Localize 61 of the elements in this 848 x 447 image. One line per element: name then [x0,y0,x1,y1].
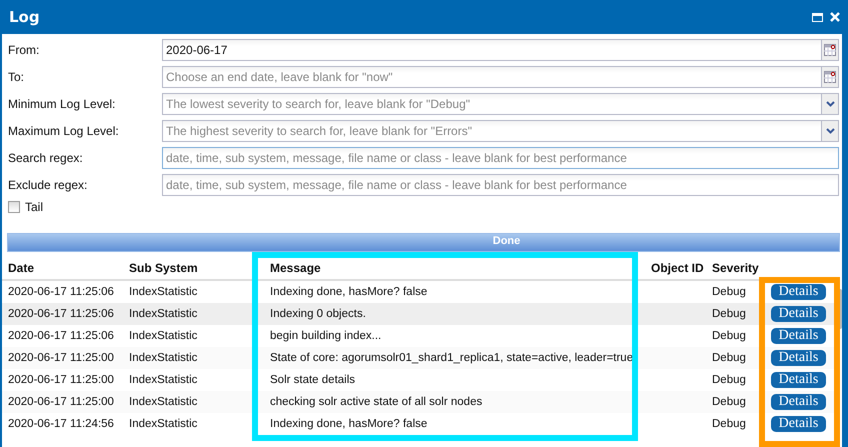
severity-cell: Debug [712,374,746,386]
field-label: Maximum Log Level: [8,124,120,138]
details-button[interactable]: Details [771,350,826,366]
date-field[interactable]: Choose an end date, leave blank for "now" [162,66,822,88]
field-label: Search regex: [8,151,84,165]
details-button[interactable]: Details [771,394,826,410]
maximize-icon[interactable] [812,12,823,22]
calendar-icon[interactable] [824,71,836,83]
dropdown-field[interactable]: The lowest severity to search for, leave blank for "Debug" [162,93,822,115]
column-header: Message [270,261,321,275]
details-button[interactable]: Details [771,328,826,344]
text-field[interactable]: date, time, sub system, message, file name or class - leave blank for best performance [162,174,839,196]
tail-label: Tail [25,200,44,214]
field-label: Exclude regex: [8,178,88,192]
sub-system-cell: IndexStatistic [129,352,198,364]
message-cell: Indexing done, hasMore? false [270,418,428,430]
message-cell: State of core: agorumsolr01_shard1_replica1, state=active, leader=true [270,352,634,364]
details-button[interactable]: Details [771,372,826,388]
column-header: Severity [712,261,759,275]
message-cell: begin building index... [270,330,382,342]
details-button[interactable]: Details [771,416,826,432]
window-title: Log [9,8,40,26]
severity-cell: Debug [712,418,746,430]
tail-checkbox[interactable] [8,201,20,213]
severity-cell: Debug [712,286,746,298]
field-label: To: [8,70,26,84]
date-cell: 2020-06-17 11:25:06 [8,330,114,342]
column-header: Object ID [651,261,704,275]
column-header: Date [8,261,34,275]
calendar-icon[interactable] [824,44,836,56]
text-field[interactable]: date, time, sub system, message, file name or class - leave blank for best performance [162,147,839,169]
sub-system-cell: IndexStatistic [129,396,198,408]
date-cell: 2020-06-17 11:25:06 [8,286,114,298]
severity-cell: Debug [712,308,746,320]
column-header: Sub System [129,261,198,275]
message-cell: Indexing 0 objects. [270,308,366,320]
close-icon[interactable] [830,12,840,22]
date-cell: 2020-06-17 11:25:00 [8,374,114,386]
severity-cell: Debug [712,352,746,364]
date-cell: 2020-06-17 11:25:00 [8,396,114,408]
scrollbar[interactable] [838,289,842,329]
details-button[interactable]: Details [771,306,826,322]
sub-system-cell: IndexStatistic [129,374,198,386]
date-cell: 2020-06-17 11:25:06 [8,308,114,320]
severity-cell: Debug [712,330,746,342]
sub-system-cell: IndexStatistic [129,330,198,342]
field-label: From: [8,43,40,57]
progress-text: Done [492,235,522,247]
message-cell: Solr state details [270,374,356,386]
sub-system-cell: IndexStatistic [129,418,198,430]
message-cell: Indexing done, hasMore? false [270,286,428,298]
sub-system-cell: IndexStatistic [129,286,198,298]
dropdown-field[interactable]: The highest severity to search for, leave blank for "Errors" [162,120,822,142]
message-cell: checking solr active state of all solr nodes [270,396,482,408]
date-cell: 2020-06-17 11:24:56 [8,418,114,430]
date-field[interactable]: 2020-06-17 [162,39,822,61]
sub-system-cell: IndexStatistic [129,308,198,320]
details-button[interactable]: Details [771,284,826,300]
date-cell: 2020-06-17 11:25:00 [8,352,114,364]
field-label: Minimum Log Level: [8,97,116,111]
severity-cell: Debug [712,396,746,408]
